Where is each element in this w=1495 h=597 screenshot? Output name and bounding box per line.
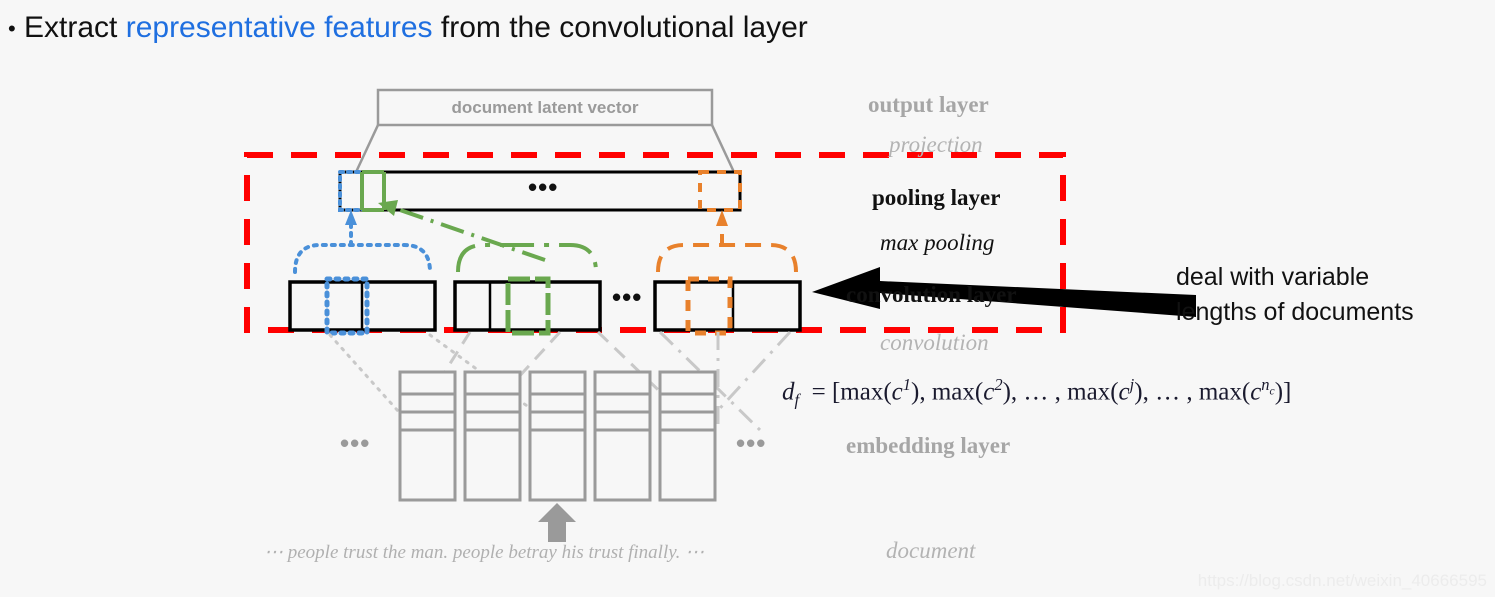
convolution-ellipsis: ••• [612, 282, 643, 312]
bullet-text-suffix: from the convolutional layer [432, 11, 808, 44]
callout-line-1: deal with variable [1176, 263, 1370, 291]
document-latent-vector-label: document latent vector [451, 98, 639, 117]
bullet-text-highlight: representative features [125, 11, 433, 44]
max-pooling-formula: df = [max(c1), max(c2), … , max(cj), … ,… [782, 375, 1292, 410]
label-pooling-layer: pooling layer [872, 185, 1001, 210]
embedding-column [528, 370, 587, 502]
slide-bullet-line: • Extract representative features from th… [8, 6, 1208, 51]
cnn-architecture-diagram: document latent vector output layer proj… [0, 60, 1495, 597]
document-sentence: ⋯ people trust the man. people betray hi… [264, 542, 705, 563]
embedding-column [398, 370, 457, 502]
label-output-layer: output layer [868, 92, 989, 117]
label-convolution: convolution [880, 330, 989, 355]
embedding-column [463, 370, 522, 502]
embedding-column [658, 370, 717, 502]
embedding-ellipsis-left: ••• [340, 428, 371, 458]
bullet-text-prefix: Extract [24, 11, 126, 44]
label-max-pooling: max pooling [880, 230, 995, 255]
conv-bracket-blue [293, 243, 432, 274]
embedding-column [593, 370, 652, 502]
conv-bracket-green [456, 243, 598, 273]
conv-bracket-orange [656, 243, 798, 273]
label-convolution-layer: convolution layer [846, 282, 1017, 307]
label-projection: projection [889, 132, 983, 157]
convolution-layer-boxes [288, 200, 802, 336]
label-document: document [886, 538, 976, 563]
document-word-pointer-arrow [538, 503, 576, 542]
csdn-watermark: https://blog.csdn.net/weixin_40666595 [1197, 571, 1487, 590]
embedding-layer-columns [398, 370, 717, 502]
label-embedding-layer: embedding layer [846, 433, 1011, 458]
bullet-marker: • [8, 16, 16, 42]
callout-line-2: lengths of documents [1176, 298, 1414, 326]
pooling-ellipsis: ••• [528, 172, 559, 202]
embedding-ellipsis-right: ••• [736, 428, 767, 458]
